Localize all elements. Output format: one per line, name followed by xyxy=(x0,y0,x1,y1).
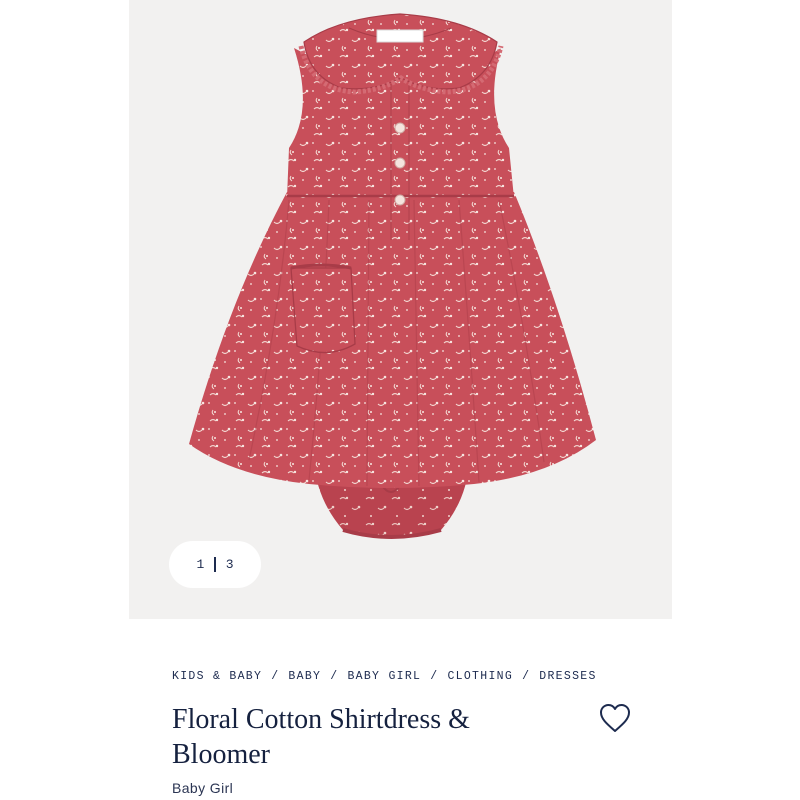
breadcrumb: KIDS & BABY / BABY / BABY GIRL / CLOTHIN… xyxy=(172,670,597,683)
breadcrumb-baby-girl[interactable]: BABY GIRL xyxy=(347,670,421,683)
breadcrumb-clothing[interactable]: CLOTHING xyxy=(447,670,513,683)
breadcrumb-separator: / xyxy=(430,670,439,683)
dress-button xyxy=(394,122,406,134)
favorite-button[interactable] xyxy=(598,702,632,734)
product-page: 1 3 KIDS & BABY / BABY / BABY GIRL / CLO… xyxy=(0,0,800,800)
product-gallery[interactable]: 1 3 xyxy=(129,0,672,619)
dress-pocket xyxy=(290,267,356,354)
pager-total: 3 xyxy=(225,557,234,572)
breadcrumb-dresses[interactable]: DRESSES xyxy=(539,670,596,683)
dress-button xyxy=(394,194,406,206)
heart-outline-icon xyxy=(600,704,630,732)
brand-label xyxy=(376,29,424,43)
image-pager[interactable]: 1 3 xyxy=(169,541,261,588)
product-title: Floral Cotton Shirtdress & Bloomer xyxy=(172,704,470,770)
breadcrumb-separator: / xyxy=(522,670,531,683)
breadcrumb-baby[interactable]: BABY xyxy=(288,670,321,683)
breadcrumb-separator: / xyxy=(271,670,280,683)
product-subtitle: Baby Girl xyxy=(172,780,234,796)
pager-divider xyxy=(214,557,216,572)
dress-skirt xyxy=(189,192,596,488)
breadcrumb-kids-baby[interactable]: KIDS & BABY xyxy=(172,670,262,683)
breadcrumb-separator: / xyxy=(330,670,339,683)
pager-current: 1 xyxy=(196,557,205,572)
dress-button xyxy=(394,157,406,169)
product-image[interactable] xyxy=(129,0,672,619)
